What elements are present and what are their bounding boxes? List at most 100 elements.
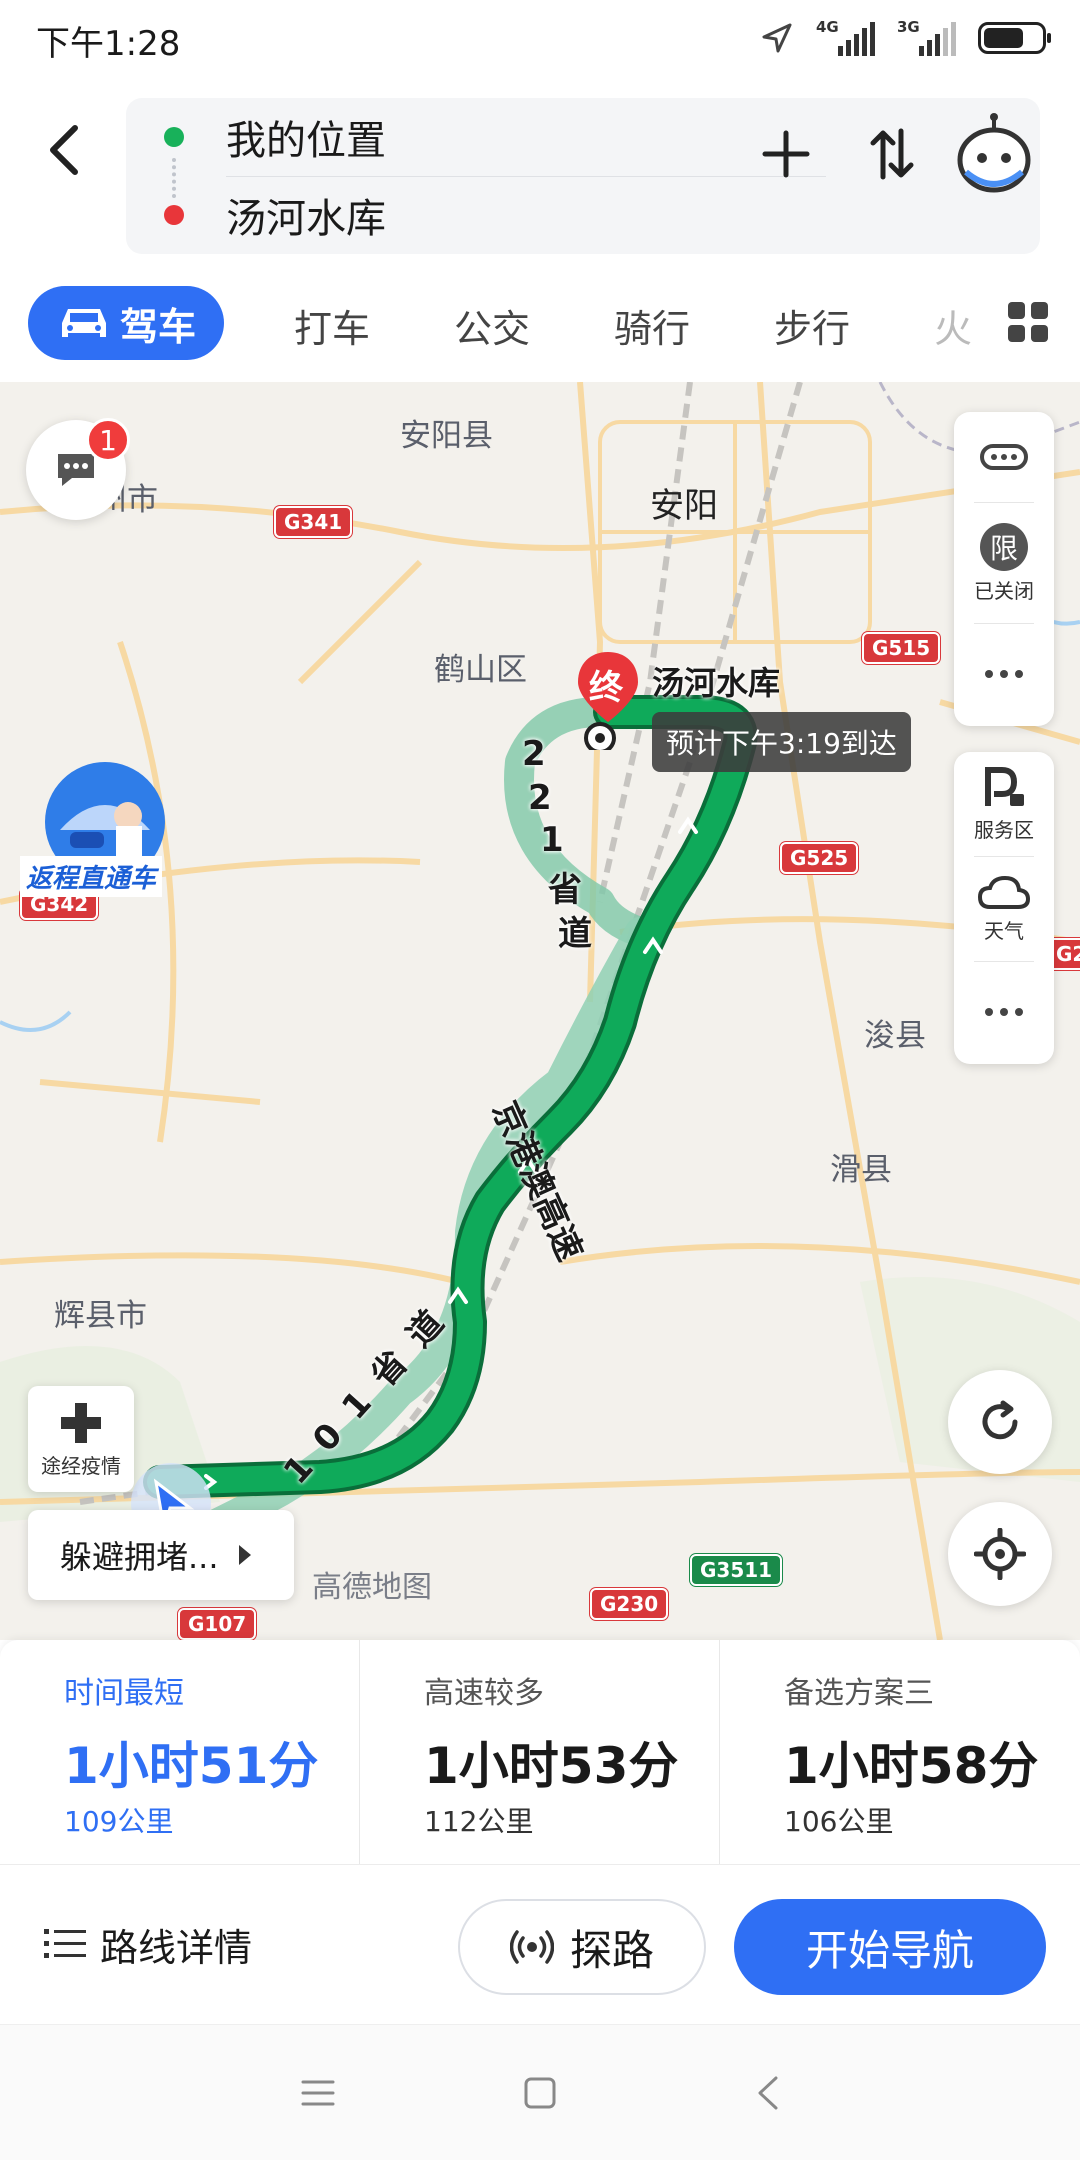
parking-service-icon — [985, 766, 1024, 806]
route-option-label: 备选方案三 — [784, 1676, 934, 1711]
place-heshan: 鹤山区 — [434, 652, 527, 688]
route-option-alt3[interactable]: 备选方案三 1小时58分 106公里 — [720, 1640, 1080, 1864]
traffic-limit-label: 已关闭 — [974, 578, 1034, 603]
destination-field[interactable]: 汤河水库 — [226, 186, 386, 244]
more-dots-icon — [985, 670, 1023, 678]
shield-g341: G341 — [274, 506, 353, 538]
origin-field[interactable]: 我的位置 — [226, 108, 386, 166]
route-option-highway[interactable]: 高速较多 1小时53分 112公里 — [360, 1640, 720, 1864]
menu-icon — [301, 2080, 335, 2106]
destination-dot-icon — [164, 205, 184, 225]
system-nav-bar — [0, 2024, 1080, 2160]
origin-row[interactable]: 我的位置 — [126, 98, 726, 176]
map-layers-panel: 服务区 天气 — [954, 752, 1054, 1064]
start-navigation-button[interactable]: 开始导航 — [734, 1899, 1046, 1995]
status-icons: 4G 3G — [760, 14, 1051, 62]
signal-4g-icon: 4G — [816, 18, 875, 56]
tab-drive[interactable]: 驾车 — [28, 286, 224, 360]
tab-bus[interactable]: 公交 — [454, 298, 530, 353]
map-view[interactable]: 安阳县 安阳 州市 鹤山区 浚县 滑县 辉县市 G341 G515 G525 G… — [0, 382, 1080, 1640]
place-xun-county: 浚县 — [864, 1018, 926, 1054]
tab-drive-label: 驾车 — [119, 304, 196, 349]
origin-dot-icon — [164, 127, 184, 147]
route-option-fastest[interactable]: 时间最短 1小时51分 109公里 — [0, 1640, 360, 1864]
shield-g107: G107 — [178, 1608, 257, 1640]
road-label-s221-2: 2 — [528, 778, 552, 818]
plus-icon — [762, 130, 810, 178]
traffic-toggle-button[interactable] — [954, 412, 1054, 502]
more-modes-grid-icon[interactable] — [1008, 302, 1048, 342]
route-option-distance: 112公里 — [424, 1805, 534, 1838]
tab-bike[interactable]: 骑行 — [614, 298, 690, 353]
return-bus-label: 返程直通车 — [20, 856, 163, 897]
network-type-label: 3G — [897, 18, 920, 36]
avoid-congestion-button[interactable]: 躲避拥堵... — [28, 1510, 294, 1600]
route-options: 时间最短 1小时51分 109公里 高速较多 1小时53分 112公里 备选方案… — [0, 1640, 1080, 1864]
chat-bubble-icon — [58, 454, 94, 486]
refresh-route-button[interactable] — [948, 1370, 1052, 1474]
service-area-button[interactable]: 服务区 — [954, 752, 1054, 856]
status-bar: 下午1:28 4G 3G — [0, 0, 1080, 76]
avoid-congestion-label: 躲避拥堵... — [60, 1538, 219, 1576]
system-home-button[interactable] — [516, 2069, 564, 2117]
shield-g3511: G3511 — [690, 1554, 783, 1586]
amap-logo: 高德地图 — [312, 1570, 432, 1605]
destination-map-label: 汤河水库 — [652, 664, 781, 702]
route-option-label: 高速较多 — [424, 1676, 544, 1711]
crosshair-icon — [974, 1528, 1026, 1580]
cloud-icon — [978, 875, 1030, 909]
tab-taxi[interactable]: 打车 — [294, 298, 370, 353]
more-dots-icon — [985, 1008, 1023, 1016]
home-square-icon — [524, 2077, 556, 2109]
start-navigation-label: 开始导航 — [805, 1925, 974, 1975]
route-details-button[interactable]: 路线详情 — [44, 1911, 252, 1977]
place-anyang-county: 安阳县 — [400, 418, 493, 454]
road-label-s221-5: 道 — [558, 914, 592, 954]
destination-pin-text: 终 — [589, 668, 623, 708]
back-button[interactable] — [30, 110, 96, 190]
destination-row[interactable]: 汤河水库 — [126, 176, 726, 254]
traffic-limit-button[interactable]: 限 已关闭 — [954, 503, 1054, 623]
explore-route-button[interactable]: 探路 — [458, 1899, 706, 1995]
shield-g515: G515 — [862, 632, 941, 664]
route-header: 我的位置 汤河水库 — [0, 76, 1080, 262]
signal-3g-icon: 3G — [897, 18, 956, 56]
traffic-limit-icon: 限 — [980, 522, 1028, 571]
add-waypoint-button[interactable] — [744, 112, 828, 196]
system-menu-button[interactable] — [294, 2069, 342, 2117]
route-option-time: 1小时51分 — [64, 1737, 319, 1795]
network-type-label: 4G — [816, 18, 839, 36]
locate-me-button[interactable] — [948, 1502, 1052, 1606]
travel-mode-tabs: 驾车 打车 公交 骑行 步行 火 — [0, 262, 1080, 382]
tab-train-partial[interactable]: 火 — [934, 298, 972, 353]
route-option-distance: 109公里 — [64, 1805, 174, 1838]
more-tools-button[interactable] — [954, 624, 1054, 724]
epidemic-info-button[interactable]: 途经疫情 — [28, 1386, 134, 1492]
status-time: 下午1:28 — [36, 24, 181, 64]
message-button[interactable]: 1 — [26, 418, 130, 520]
road-label-s221-1: 2 — [522, 734, 546, 774]
place-anyang: 安阳 — [650, 486, 718, 526]
list-icon — [44, 1929, 86, 1958]
weather-button[interactable]: 天气 — [954, 857, 1054, 961]
road-label-s221-4: 省 — [548, 870, 582, 910]
epidemic-label: 途经疫情 — [41, 1453, 121, 1478]
tab-walk[interactable]: 步行 — [774, 298, 850, 353]
battery-icon — [978, 22, 1051, 54]
map-tools-panel: 限 已关闭 — [954, 412, 1054, 726]
return-bus-promo[interactable]: 返程直通车 — [20, 760, 180, 910]
more-layers-button[interactable] — [954, 962, 1054, 1062]
assistant-robot-icon — [957, 113, 1031, 193]
system-back-button[interactable] — [744, 2069, 792, 2117]
destination-pin[interactable]: 终 — [574, 650, 642, 754]
assistant-button[interactable] — [944, 104, 1044, 204]
place-huixian: 辉县市 — [54, 1298, 147, 1334]
route-option-time: 1小时58分 — [784, 1737, 1039, 1795]
shield-g525: G525 — [780, 842, 859, 874]
shield-g230: G230 — [590, 1588, 669, 1620]
swap-route-button[interactable] — [850, 112, 934, 196]
road-label-s221-3: 1 — [540, 820, 564, 860]
action-bar: 路线详情 探路 开始导航 — [0, 1864, 1080, 2024]
route-option-time: 1小时53分 — [424, 1737, 679, 1795]
eta-bubble: 预计下午3:19到达 — [652, 712, 911, 772]
